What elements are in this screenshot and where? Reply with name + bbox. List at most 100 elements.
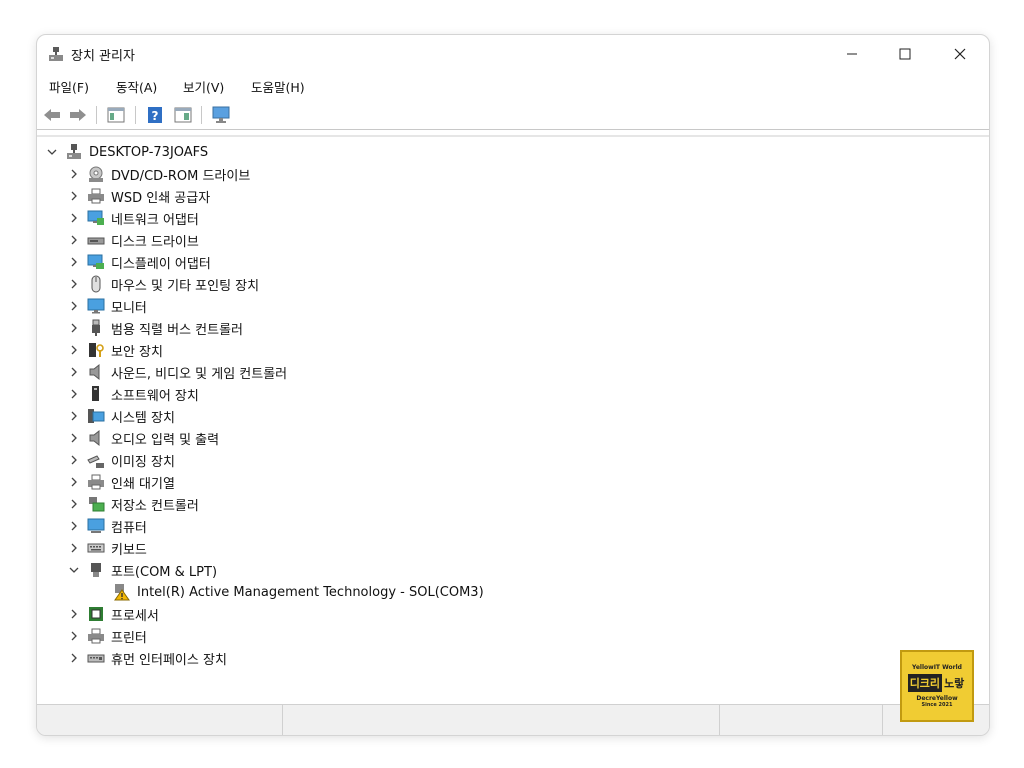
chevron-right-icon[interactable] xyxy=(67,211,81,225)
tree-item[interactable]: 휴먼 인터페이스 장치 xyxy=(67,647,227,669)
chevron-right-icon[interactable] xyxy=(67,387,81,401)
tree-item[interactable]: 네트워크 어댑터 xyxy=(67,207,199,229)
tree-item[interactable]: 마우스 및 기타 포인팅 장치 xyxy=(67,273,259,295)
tree-item-label: 키보드 xyxy=(111,542,147,558)
monitor-icon xyxy=(87,297,105,315)
printer-icon xyxy=(87,473,105,491)
help-button[interactable]: ? xyxy=(144,104,166,126)
chevron-right-icon[interactable] xyxy=(67,409,81,423)
chevron-right-icon[interactable] xyxy=(67,475,81,489)
chevron-down-icon[interactable] xyxy=(45,145,59,159)
chevron-down-icon[interactable] xyxy=(67,563,81,577)
tree-item[interactable]: 디스크 드라이브 xyxy=(67,229,199,251)
chevron-right-icon[interactable] xyxy=(67,299,81,313)
tree-item[interactable]: 저장소 컨트롤러 xyxy=(67,493,199,515)
scan-hardware-button[interactable] xyxy=(210,104,232,126)
tree-item[interactable]: 사운드, 비디오 및 게임 컨트롤러 xyxy=(67,361,287,383)
chevron-right-icon[interactable] xyxy=(67,343,81,357)
tree-item[interactable]: 시스템 장치 xyxy=(67,405,175,427)
tree-child-item[interactable]: Intel(R) Active Management Technology - … xyxy=(113,581,484,603)
chevron-right-icon[interactable] xyxy=(67,519,81,533)
menu-view[interactable]: 보기(V) xyxy=(183,77,224,96)
forward-arrow-icon xyxy=(70,109,86,121)
printer-icon xyxy=(87,627,105,645)
tree-item-label: 시스템 장치 xyxy=(111,410,175,426)
chevron-right-icon[interactable] xyxy=(67,189,81,203)
back-button[interactable] xyxy=(41,104,63,126)
watermark-brand: DecreYellow xyxy=(916,695,958,702)
tree-item[interactable]: 모니터 xyxy=(67,295,147,317)
minimize-button[interactable] xyxy=(827,35,877,73)
tree-item[interactable]: 프로세서 xyxy=(67,603,159,625)
tree-item[interactable]: 보안 장치 xyxy=(67,339,163,361)
computer-network-icon xyxy=(65,143,83,161)
help-icon: ? xyxy=(148,107,162,123)
chevron-right-icon[interactable] xyxy=(67,541,81,555)
watermark-right-text: 노랗 xyxy=(944,677,965,690)
tree-item[interactable]: 인쇄 대기열 xyxy=(67,471,175,493)
toolbar-separator xyxy=(96,106,97,124)
system-device-icon xyxy=(87,407,105,425)
chevron-right-icon[interactable] xyxy=(67,651,81,665)
chevron-right-icon[interactable] xyxy=(67,431,81,445)
network-adapter-icon xyxy=(87,209,105,227)
show-hide-console-tree-button[interactable] xyxy=(105,104,127,126)
chevron-right-icon[interactable] xyxy=(67,629,81,643)
status-divider xyxy=(719,705,720,735)
toolbar: ? xyxy=(37,101,989,130)
tree-item-label: 포트(COM & LPT) xyxy=(111,564,218,580)
chevron-right-icon[interactable] xyxy=(67,497,81,511)
computer-name: DESKTOP-73JOAFS xyxy=(89,144,209,160)
chevron-right-icon[interactable] xyxy=(67,277,81,291)
chevron-right-icon[interactable] xyxy=(67,167,81,181)
tree-item[interactable]: 디스플레이 어댑터 xyxy=(67,251,211,273)
tree-item-label: Intel(R) Active Management Technology - … xyxy=(137,584,484,600)
mouse-icon xyxy=(87,275,105,293)
tree-item-expanded[interactable]: 포트(COM & LPT) xyxy=(67,559,217,581)
device-manager-icon xyxy=(48,46,64,62)
tree-item[interactable]: 이미징 장치 xyxy=(67,449,175,471)
tree-item[interactable]: DVD/CD-ROM 드라이브 xyxy=(67,163,250,185)
maximize-button[interactable] xyxy=(880,35,930,73)
watermark-left-text: 디크리 xyxy=(907,674,943,692)
chevron-right-icon[interactable] xyxy=(67,255,81,269)
toolbar-separator xyxy=(201,106,202,124)
menu-file[interactable]: 파일(F) xyxy=(49,77,89,96)
properties-icon xyxy=(174,107,192,123)
back-arrow-icon xyxy=(44,109,60,121)
tree-item-label: 사운드, 비디오 및 게임 컨트롤러 xyxy=(111,366,288,382)
close-button[interactable] xyxy=(935,35,985,73)
port-icon xyxy=(87,561,105,579)
tree-root[interactable]: DESKTOP-73JOAFS xyxy=(45,141,208,163)
menu-action[interactable]: 동작(A) xyxy=(116,77,157,96)
tree-item-label: 프로세서 xyxy=(111,608,159,624)
tree-item[interactable]: 키보드 xyxy=(67,537,147,559)
tree-item[interactable]: 소프트웨어 장치 xyxy=(67,383,199,405)
console-tree-icon xyxy=(107,107,125,123)
properties-button[interactable] xyxy=(172,104,194,126)
status-bar xyxy=(37,704,989,735)
tree-item-label: 컴퓨터 xyxy=(111,520,147,536)
tree-item-label: 보안 장치 xyxy=(111,344,163,360)
dvd-drive-icon xyxy=(87,165,105,183)
software-device-icon xyxy=(87,385,105,403)
tree-item[interactable]: 프린터 xyxy=(67,625,147,647)
tree-item[interactable]: 오디오 입력 및 출력 xyxy=(67,427,219,449)
chevron-right-icon[interactable] xyxy=(67,321,81,335)
tree-item-label: 디스크 드라이브 xyxy=(111,234,199,250)
device-tree: DESKTOP-73JOAFS DVD/CD-ROM 드라이브 WSD 인쇄 공… xyxy=(37,135,989,705)
chevron-right-icon[interactable] xyxy=(67,365,81,379)
chevron-right-icon[interactable] xyxy=(67,233,81,247)
forward-button[interactable] xyxy=(67,104,89,126)
tree-item[interactable]: 컴퓨터 xyxy=(67,515,147,537)
tree-item-label: WSD 인쇄 공급자 xyxy=(111,190,211,206)
menu-help[interactable]: 도움말(H) xyxy=(251,77,305,96)
chevron-right-icon[interactable] xyxy=(67,607,81,621)
tree-item[interactable]: WSD 인쇄 공급자 xyxy=(67,185,210,207)
processor-icon xyxy=(87,605,105,623)
tree-item-label: 범용 직렬 버스 컨트롤러 xyxy=(111,322,243,338)
tree-item[interactable]: 범용 직렬 버스 컨트롤러 xyxy=(67,317,243,339)
speaker-icon xyxy=(87,363,105,381)
chevron-right-icon[interactable] xyxy=(67,453,81,467)
status-divider xyxy=(282,705,283,735)
